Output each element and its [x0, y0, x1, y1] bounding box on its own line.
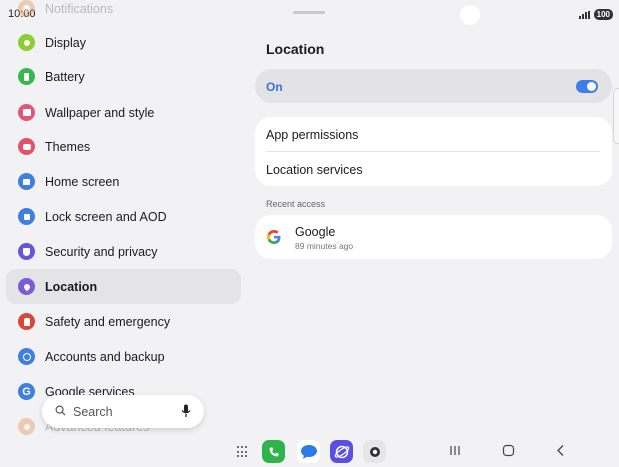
- settings-item-battery[interactable]: Battery: [6, 59, 241, 94]
- settings-item-themes[interactable]: Themes: [6, 129, 241, 164]
- settings-item-lock-screen[interactable]: Lock screen and AOD: [6, 199, 241, 234]
- location-services-item[interactable]: Location services: [266, 163, 363, 177]
- location-pin-icon: [18, 278, 35, 295]
- phone-app-icon[interactable]: [262, 440, 285, 463]
- internet-app-icon[interactable]: [330, 440, 353, 463]
- window-drag-handle[interactable]: [293, 11, 325, 14]
- recent-access-item-google[interactable]: Google 89 minutes ago: [255, 215, 612, 259]
- app-permissions-item[interactable]: App permissions: [266, 128, 358, 142]
- search-icon: [55, 405, 66, 416]
- settings-item-wallpaper[interactable]: Wallpaper and style: [6, 95, 241, 130]
- lock-icon: [18, 208, 35, 225]
- microphone-icon[interactable]: [181, 404, 191, 418]
- signal-icon: [578, 10, 590, 19]
- wallpaper-icon: [18, 104, 35, 121]
- recent-access-header: Recent access: [266, 199, 326, 209]
- settings-item-safety[interactable]: Safety and emergency: [6, 304, 241, 339]
- google-icon: G: [18, 383, 35, 400]
- settings-item-display[interactable]: Display: [6, 25, 241, 60]
- status-icons: 100: [578, 9, 613, 20]
- taskbar: [0, 436, 619, 467]
- sun-icon: [18, 34, 35, 51]
- recents-button[interactable]: [449, 444, 461, 457]
- settings-item-notifications[interactable]: Notifications: [6, 0, 241, 26]
- recent-app-time: 89 minutes ago: [295, 241, 354, 251]
- search-label: Search: [73, 404, 113, 419]
- battery-icon: [18, 68, 35, 85]
- back-button[interactable]: [555, 444, 567, 457]
- recent-app-name: Google: [295, 225, 336, 239]
- home-button[interactable]: [502, 444, 515, 457]
- location-master-toggle-row[interactable]: On: [255, 69, 612, 103]
- settings-item-accounts[interactable]: Accounts and backup: [6, 339, 241, 374]
- camera-cutout: [460, 5, 480, 25]
- divider: [266, 151, 600, 152]
- gear-plus-icon: [18, 418, 35, 435]
- search-bar[interactable]: Search: [42, 395, 204, 428]
- location-toggle-switch[interactable]: [576, 80, 598, 93]
- battery-indicator: 100: [593, 9, 613, 20]
- sync-icon: [18, 348, 35, 365]
- toggle-label: On: [266, 80, 283, 94]
- edge-panel-handle[interactable]: [613, 88, 619, 144]
- settings-item-home-screen[interactable]: Home screen: [6, 164, 241, 199]
- messages-app-icon[interactable]: [297, 440, 320, 463]
- camera-app-icon[interactable]: [363, 440, 386, 463]
- home-icon: [18, 173, 35, 190]
- google-logo-icon: [267, 230, 281, 244]
- bell-icon: [18, 0, 35, 17]
- settings-item-location[interactable]: Location: [6, 269, 241, 304]
- themes-icon: [18, 138, 35, 155]
- shield-icon: [18, 243, 35, 260]
- page-title: Location: [266, 41, 325, 57]
- apps-grid-icon[interactable]: [237, 446, 249, 458]
- location-options-card: App permissions Location services: [255, 117, 612, 186]
- emergency-icon: [18, 313, 35, 330]
- settings-item-security[interactable]: Security and privacy: [6, 234, 241, 269]
